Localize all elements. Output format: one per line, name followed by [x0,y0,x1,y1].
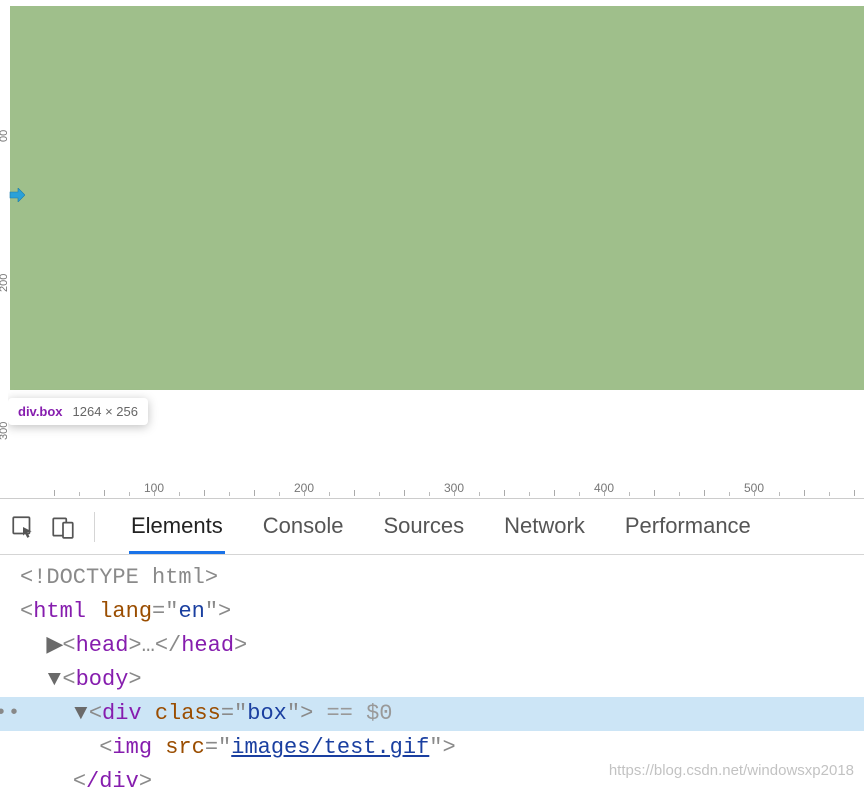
collapse-triangle-icon[interactable]: ▼ [46,663,62,697]
gutter-dots-icon[interactable]: ••• [0,697,21,731]
tooltip-dimensions: 1264 × 256 [73,404,138,419]
dom-img[interactable]: <img src="images/test.gif"> [20,731,864,765]
devtools-toolbar: Elements Console Sources Network Perform… [0,499,864,555]
dom-html-open[interactable]: <html lang="en"> [20,595,864,629]
ruler-v-mark: 00 [0,130,10,142]
expand-triangle-icon[interactable]: ▶ [46,629,62,663]
pointer-arrow-icon [9,188,25,202]
watermark-text: https://blog.csdn.net/windowsxp2018 [609,762,854,779]
element-inspect-tooltip: div.box 1264 × 256 [8,398,148,425]
devtools-panel: Elements Console Sources Network Perform… [0,498,864,785]
ruler-v-mark: 200 [0,274,10,292]
tab-network[interactable]: Network [502,499,587,554]
tooltip-selector: div.box [18,404,63,419]
ruler-horizontal: 100 200 300 400 500 [0,480,864,498]
inspect-element-icon[interactable] [10,514,36,540]
tab-elements[interactable]: Elements [129,499,225,554]
dom-head[interactable]: ▶<head>…</head> [20,629,864,663]
toolbar-separator [94,512,95,542]
dom-div-open[interactable]: ••• ▼<div class="box"> == $0 [0,697,864,731]
inspected-element-highlight[interactable] [10,6,864,390]
tab-sources[interactable]: Sources [381,499,466,554]
ruler-vertical: 00 200 300 [0,0,8,498]
dom-body-open[interactable]: ▼<body> [20,663,864,697]
device-toggle-icon[interactable] [50,514,76,540]
dom-doctype[interactable]: <!DOCTYPE html> [20,561,864,595]
ruler-v-mark: 300 [0,422,10,440]
devtools-tabs: Elements Console Sources Network Perform… [129,499,753,554]
collapse-triangle-icon[interactable]: ▼ [73,697,89,731]
tab-console[interactable]: Console [261,499,346,554]
tab-performance[interactable]: Performance [623,499,753,554]
page-viewport: div.box 1264 × 256 00 200 300 100 200 30… [0,0,864,498]
